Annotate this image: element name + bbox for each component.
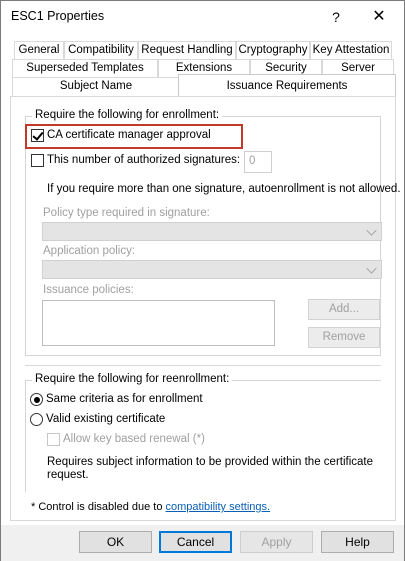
allow-key-renewal-label: Allow key based renewal (*)	[63, 433, 205, 445]
tab-cryptography[interactable]: Cryptography	[236, 41, 310, 60]
apply-button[interactable]: Apply	[240, 531, 313, 553]
authorized-signatures-checkbox[interactable]	[31, 154, 44, 167]
allow-key-renewal-checkbox[interactable]	[47, 433, 60, 446]
subject-info-note-line1: Requires subject information to be provi…	[47, 456, 374, 468]
authorized-signatures-label[interactable]: This number of authorized signatures:	[47, 154, 240, 166]
valid-certificate-label[interactable]: Valid existing certificate	[46, 413, 165, 425]
tab-key-attestation[interactable]: Key Attestation	[310, 41, 392, 60]
properties-dialog: ESC1 Properties ? ✕ General Compatibilit…	[0, 0, 405, 561]
window-title: ESC1 Properties	[11, 9, 105, 23]
enrollment-group-label: Require the following for enrollment:	[32, 109, 223, 121]
help-button[interactable]: Help	[321, 531, 394, 553]
tab-row-1: General Compatibility Request Handling C…	[10, 41, 396, 60]
footnote-text: * Control is disabled due to	[31, 501, 166, 513]
tab-issuance-requirements[interactable]: Issuance Requirements	[178, 74, 396, 96]
ok-button[interactable]: OK	[79, 531, 152, 553]
application-policy-label: Application policy:	[43, 245, 136, 257]
issuance-policies-list[interactable]	[42, 300, 275, 346]
tab-superseded-templates[interactable]: Superseded Templates	[12, 59, 158, 78]
signatures-count-field[interactable]: 0	[244, 151, 272, 173]
dialog-footer: OK Cancel Apply Help	[1, 525, 404, 561]
remove-policy-button[interactable]: Remove	[308, 327, 380, 348]
policy-type-select[interactable]	[42, 222, 382, 241]
tab-subject-name[interactable]: Subject Name	[12, 77, 180, 96]
cancel-button[interactable]: Cancel	[159, 531, 232, 553]
compatibility-settings-link[interactable]: compatibility settings.	[166, 501, 271, 513]
issuance-policies-label: Issuance policies:	[43, 284, 134, 296]
add-policy-button[interactable]: Add...	[308, 299, 380, 320]
same-criteria-label[interactable]: Same criteria as for enrollment	[46, 393, 203, 405]
reenrollment-group-label: Require the following for reenrollment:	[32, 373, 233, 385]
footnote: * Control is disabled due to compatibili…	[31, 501, 270, 513]
separator	[25, 365, 381, 366]
tab-compatibility[interactable]: Compatibility	[64, 41, 138, 60]
chevron-down-icon	[366, 263, 377, 274]
same-criteria-radio[interactable]	[30, 393, 43, 406]
help-title-button[interactable]: ?	[324, 5, 348, 29]
application-policy-select[interactable]	[42, 260, 382, 279]
close-icon[interactable]: ✕	[367, 5, 391, 29]
autoenroll-note: If you require more than one signature, …	[47, 183, 401, 195]
title-bar: ESC1 Properties ? ✕	[1, 1, 404, 33]
highlight-box	[25, 124, 243, 149]
subject-info-note-line2: request.	[47, 469, 89, 481]
tab-general[interactable]: General	[14, 41, 64, 60]
tab-request-handling[interactable]: Request Handling	[138, 41, 236, 60]
policy-type-label: Policy type required in signature:	[43, 207, 210, 219]
chevron-down-icon	[366, 225, 377, 236]
tab-row-3: Subject Name Issuance Requirements	[10, 74, 396, 96]
valid-certificate-radio[interactable]	[30, 413, 43, 426]
